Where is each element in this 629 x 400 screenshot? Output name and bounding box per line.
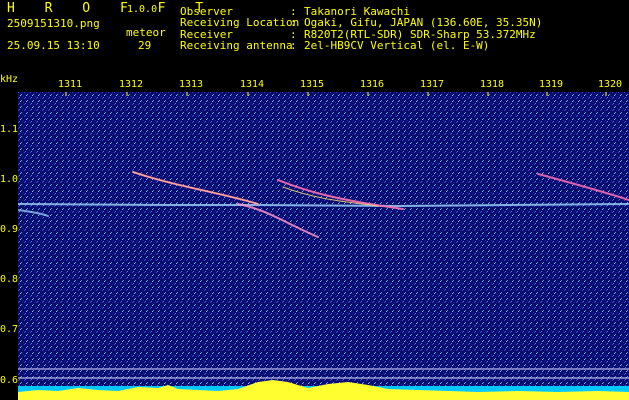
- y-tick-label: 1.1: [0, 124, 19, 135]
- meteor-label: meteor: [126, 26, 166, 39]
- info-value-antenna: 2el-HB9CV Vertical (el. E-W): [304, 39, 490, 52]
- x-tick-label: 1311: [58, 79, 83, 90]
- x-tick-label: 1319: [539, 79, 564, 90]
- x-tick-label: 1316: [360, 79, 385, 90]
- x-tick-label: 1314: [240, 79, 265, 90]
- x-tick-label: 1313: [179, 79, 204, 90]
- x-tick-label: 1317: [420, 79, 445, 90]
- file-datetime: 25.09.15 13:10: [7, 39, 100, 52]
- x-tick-label: 1320: [598, 79, 623, 90]
- y-tick-label: 0.9: [0, 224, 19, 235]
- info-key-antenna: Receiving antenna: [180, 39, 293, 52]
- y-tick-label: 0.8: [0, 274, 19, 285]
- hroft-screen: { "app": { "brand": "H R O F F T", "vers…: [0, 0, 629, 400]
- y-tick-label: 0.7: [0, 324, 19, 335]
- x-tick-label: 1312: [119, 79, 144, 90]
- x-tick-label: 1318: [480, 79, 505, 90]
- file-name: 2509151310.png: [7, 17, 100, 30]
- info-sep: :: [290, 39, 297, 52]
- y-axis-unit: kHz: [0, 74, 19, 85]
- x-tick-label: 1315: [300, 79, 325, 90]
- spectrogram-plot: [18, 92, 629, 400]
- y-tick-label: 0.6: [0, 375, 19, 386]
- y-tick-label: 1.0: [0, 174, 19, 185]
- app-version: 1.0.0: [127, 4, 158, 15]
- noise-background: [18, 92, 629, 400]
- meteor-count: 29: [138, 39, 152, 52]
